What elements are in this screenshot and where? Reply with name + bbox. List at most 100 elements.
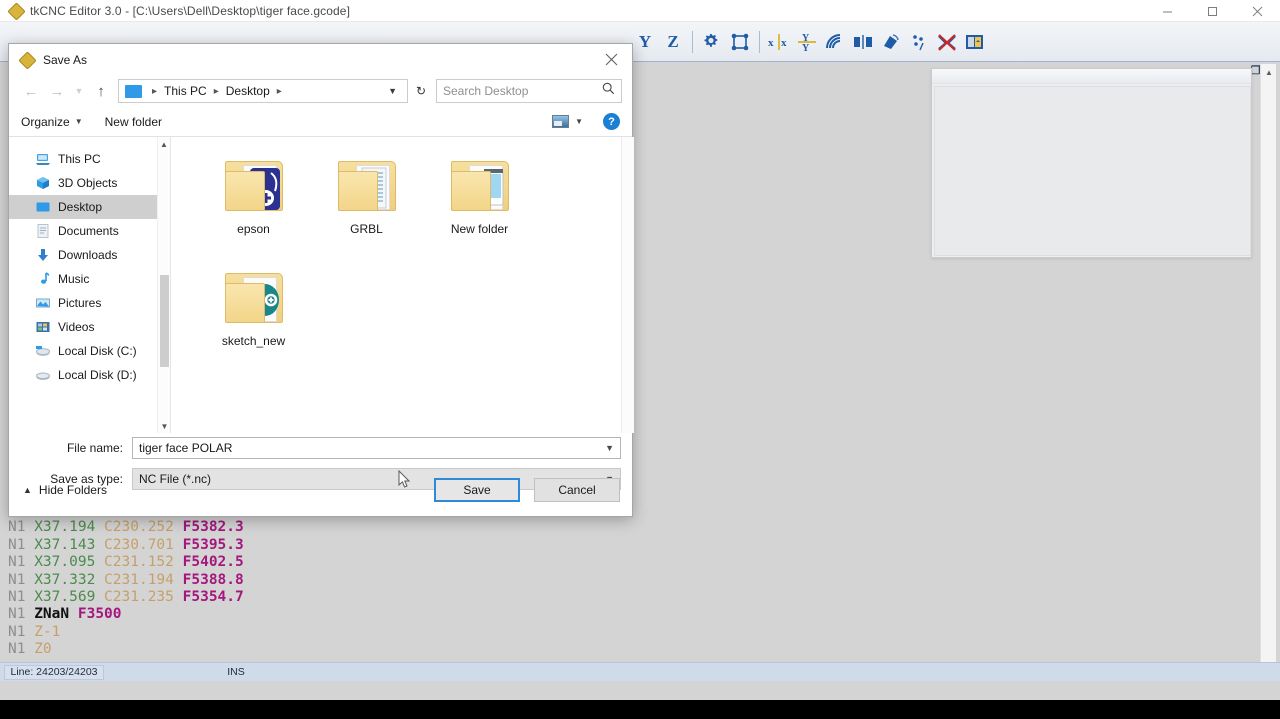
app-titlebar: tkCNC Editor 3.0 - [C:\Users\Dell\Deskto…	[0, 0, 1280, 22]
sidebar-item-label: Videos	[58, 320, 95, 334]
dots-icon[interactable]	[906, 27, 932, 57]
app-diamond-icon	[19, 52, 35, 68]
sidebar-item-label: Desktop	[58, 200, 103, 214]
close-icon[interactable]	[1235, 0, 1280, 22]
this-pc-icon	[35, 151, 51, 167]
svg-text:x: x	[781, 37, 787, 49]
gear-icon[interactable]	[699, 27, 725, 57]
view-layout-button[interactable]: ▼	[552, 115, 583, 128]
local-disk-icon	[35, 367, 51, 383]
floating-tool-panel[interactable]	[931, 68, 1252, 258]
gcode-line: N1 Z0	[8, 641, 52, 658]
sidebar-item-label: Documents	[58, 224, 119, 238]
breadcrumb-separator: ▸	[152, 85, 158, 97]
cancel-button[interactable]: Cancel	[534, 478, 620, 502]
chevron-down-icon[interactable]: ▼	[575, 117, 583, 126]
sidebar-item-music[interactable]: Music	[9, 267, 157, 291]
videos-icon	[35, 319, 51, 335]
maximize-icon[interactable]	[1190, 0, 1235, 22]
rotate-icon[interactable]	[878, 27, 904, 57]
music-icon	[35, 271, 51, 287]
window-controls	[1145, 0, 1280, 22]
sidebar-item-label: Local Disk (C:)	[58, 344, 137, 358]
arrow-up-icon[interactable]: ↑	[89, 79, 113, 103]
sidebar-item-documents[interactable]: Documents	[9, 219, 157, 243]
mirror-horizontal-icon[interactable]	[850, 27, 876, 57]
search-placeholder: Search Desktop	[443, 84, 529, 98]
file-list-pane[interactable]: epson GRBL New folder sketch_new	[170, 137, 621, 433]
save-button[interactable]: Save	[434, 478, 520, 502]
new-folder-button[interactable]: New folder	[105, 115, 162, 129]
dialog-action-buttons: Save Cancel	[434, 478, 620, 502]
toolbar-icon-group: Y Z xx YY	[632, 22, 988, 62]
app-title: tkCNC Editor 3.0 - [C:\Users\Dell\Deskto…	[30, 3, 351, 18]
sidebar-item-this-pc[interactable]: This PC	[9, 147, 157, 171]
help-icon[interactable]: ?	[603, 113, 620, 130]
toolbar-separator	[692, 31, 693, 53]
dialog-navigation-bar: ← → ▼ ↑ ▸ This PC ▸ Desktop ▸ ▼ ↻ Search…	[9, 75, 632, 107]
folder-arduino-icon	[221, 269, 287, 325]
scroll-up-icon[interactable]: ▲	[1261, 64, 1277, 80]
refresh-icon[interactable]: ↻	[410, 79, 432, 103]
list-item[interactable]: epson	[197, 151, 310, 263]
sidebar-item-pictures[interactable]: Pictures	[9, 291, 157, 315]
minimize-icon[interactable]	[1145, 0, 1190, 22]
axis-z-icon[interactable]: Z	[660, 27, 686, 57]
mirror-y-icon[interactable]: YY	[794, 27, 820, 57]
breadcrumb-separator: ▸	[276, 85, 282, 97]
sidebar-item-downloads[interactable]: Downloads	[9, 243, 157, 267]
status-bar: Line: 24203/24203 INS	[0, 662, 1280, 681]
copy-to-icon[interactable]	[962, 27, 988, 57]
svg-text:x: x	[768, 37, 774, 49]
mirror-x-icon[interactable]: xx	[766, 27, 792, 57]
file-name-label: File name:	[66, 440, 123, 455]
arc-icon[interactable]	[822, 27, 848, 57]
close-icon[interactable]	[590, 44, 632, 75]
file-name-row: File name: tiger face POLAR ▼	[9, 435, 634, 460]
arrow-left-icon[interactable]: ←	[19, 79, 43, 103]
sidebar-item-label: Local Disk (D:)	[58, 368, 137, 382]
folder-epson-icon	[221, 157, 287, 213]
sidebar-item-local-disk-d[interactable]: Local Disk (D:)	[9, 363, 157, 387]
editor-vertical-scrollbar[interactable]: ▲	[1260, 64, 1276, 680]
file-list-scrollbar[interactable]	[621, 137, 634, 433]
list-item[interactable]: New folder	[423, 151, 536, 263]
chevron-down-icon[interactable]: ▼	[382, 86, 403, 96]
list-item-label: epson	[237, 222, 270, 236]
scrollbar-thumb[interactable]	[160, 275, 169, 367]
sidebar-item-label: Music	[58, 272, 90, 286]
breadcrumb-item-this-pc[interactable]: This PC	[164, 84, 207, 98]
sidebar-item-3d-objects[interactable]: 3D Objects	[9, 171, 157, 195]
organize-label: Organize	[21, 114, 70, 129]
scroll-down-icon[interactable]: ▼	[158, 419, 171, 433]
arrow-right-icon[interactable]: →	[45, 79, 69, 103]
sidebar-item-desktop[interactable]: Desktop	[9, 195, 157, 219]
file-name-input[interactable]: tiger face POLAR ▼	[132, 436, 621, 459]
floating-panel-titlebar[interactable]	[932, 69, 1251, 84]
hide-folders-button[interactable]: ▲ Hide Folders	[23, 483, 107, 497]
breadcrumb[interactable]: ▸ This PC ▸ Desktop ▸ ▼	[118, 79, 408, 103]
list-item[interactable]: GRBL	[310, 151, 423, 263]
search-input[interactable]: Search Desktop	[436, 79, 622, 103]
chevron-down-icon[interactable]: ▼	[71, 79, 87, 103]
status-line-indicator: Line: 24203/24203	[4, 664, 104, 680]
chevron-down-icon[interactable]: ▼	[605, 443, 614, 453]
floating-panel-body	[934, 86, 1251, 256]
dialog-body: This PC 3D Objects Desktop Documents Dow…	[9, 137, 634, 433]
sidebar-item-videos[interactable]: Videos	[9, 315, 157, 339]
list-item-label: sketch_new	[221, 334, 286, 348]
list-item-label: New folder	[450, 222, 509, 236]
chevron-down-icon: ▼	[74, 117, 83, 126]
nav-tree-scrollbar[interactable]: ▲ ▼	[157, 137, 170, 433]
bounding-box-icon[interactable]	[727, 27, 753, 57]
axis-y-icon[interactable]: Y	[632, 27, 658, 57]
gcode-line: N1 X37.143 C230.701 F5395.3	[8, 536, 244, 553]
scroll-up-icon[interactable]: ▲	[158, 137, 170, 151]
gcode-line: N1 Z-1	[8, 623, 61, 640]
status-insert-mode: INS	[227, 666, 245, 678]
organize-button[interactable]: Organize ▼	[21, 115, 83, 129]
list-item[interactable]: sketch_new	[197, 263, 310, 375]
sidebar-item-local-disk-c[interactable]: Local Disk (C:)	[9, 339, 157, 363]
delete-cross-icon[interactable]	[934, 27, 960, 57]
breadcrumb-item-desktop[interactable]: Desktop	[226, 84, 270, 98]
